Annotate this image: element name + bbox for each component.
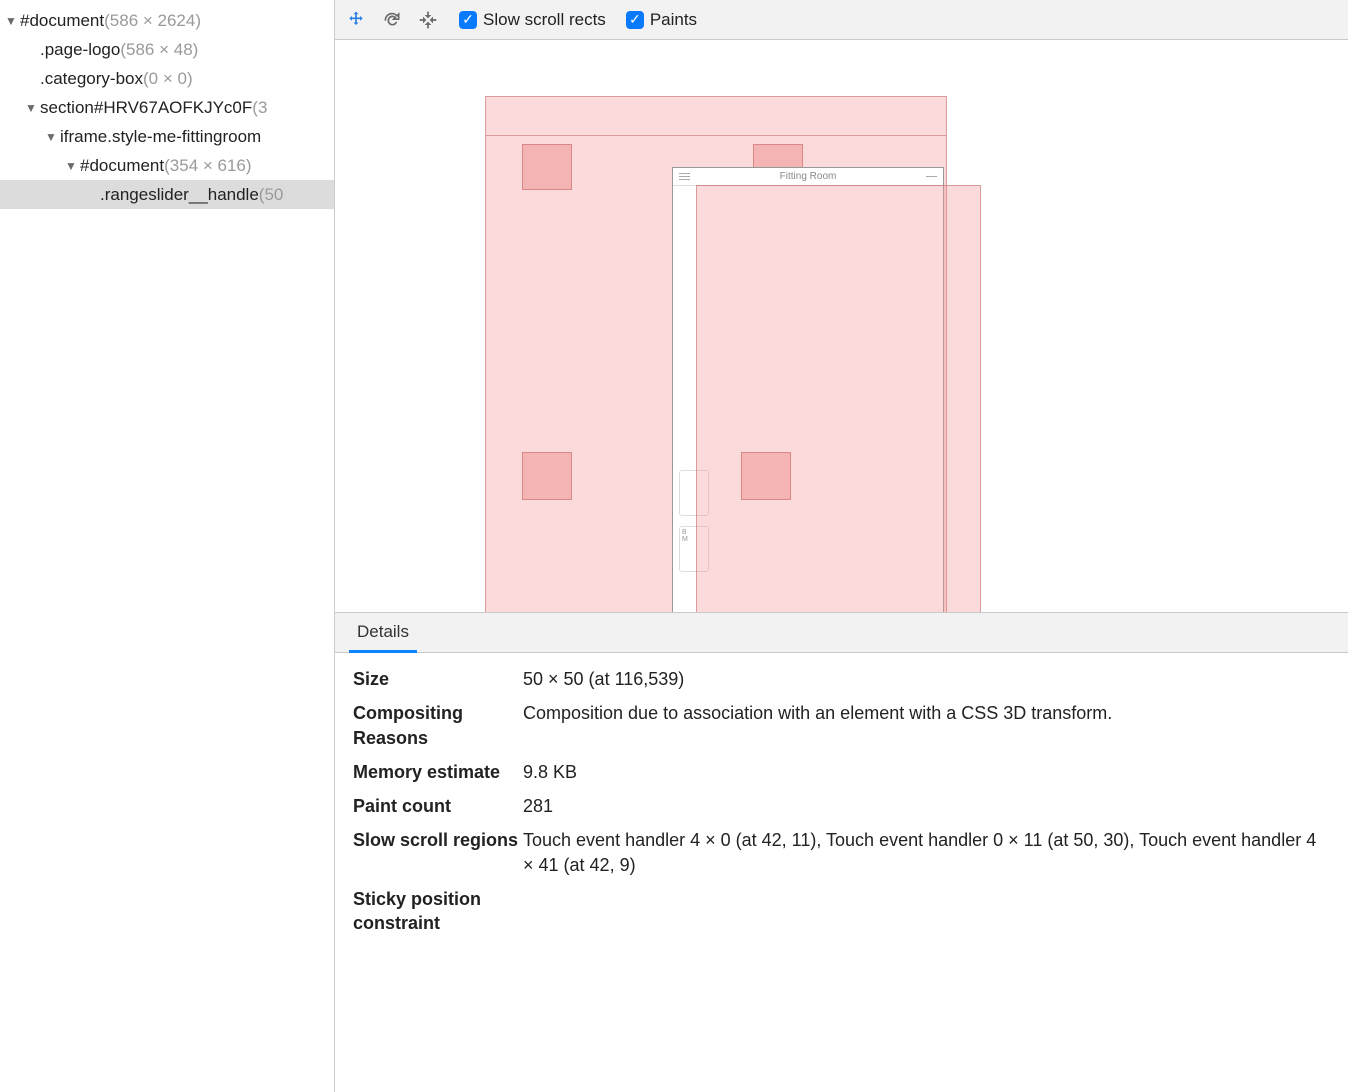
layer-viewer[interactable]: Fitting Room BM <box>335 40 1348 612</box>
paints-label: Paints <box>650 10 697 30</box>
details-value: 281 <box>523 794 1330 818</box>
tree-dimensions: (586 × 48) <box>120 40 198 60</box>
checkbox-checked-icon: ✓ <box>459 11 477 29</box>
details-label: Compositing Reasons <box>353 701 523 750</box>
tree-dimensions: (50 <box>259 185 284 205</box>
slow-scroll-checkbox[interactable]: ✓ Slow scroll rects <box>459 10 606 30</box>
slow-scroll-label: Slow scroll rects <box>483 10 606 30</box>
details-row: Compositing ReasonsComposition due to as… <box>353 701 1330 750</box>
details-value: Composition due to association with an e… <box>523 701 1330 725</box>
tree-row[interactable]: ▼section#HRV67AOFKJYc0F(3 <box>0 93 334 122</box>
tree-dimensions: (3 <box>252 98 267 118</box>
fitting-room-titlebar: Fitting Room <box>673 168 943 186</box>
tree-dimensions: (354 × 616) <box>164 156 251 176</box>
details-row: Size50 × 50 (at 116,539) <box>353 667 1330 691</box>
tree-row[interactable]: .rangeslider__handle(50 <box>0 180 334 209</box>
details-value: Touch event handler 4 × 0 (at 42, 11), T… <box>523 828 1330 877</box>
tree-dimensions: (586 × 2624) <box>104 11 201 31</box>
tree-label: #document <box>20 11 104 31</box>
tree-label: .rangeslider__handle <box>100 185 259 205</box>
rotate-icon[interactable] <box>381 9 403 31</box>
tab-details[interactable]: Details <box>349 614 417 653</box>
disclosure-arrow-icon[interactable]: ▼ <box>4 14 18 28</box>
details-row: Paint count281 <box>353 794 1330 818</box>
tree-row[interactable]: .category-box(0 × 0) <box>0 64 334 93</box>
details-value: 50 × 50 (at 116,539) <box>523 667 1330 691</box>
tree-label: .category-box <box>40 69 143 89</box>
details-body: Size50 × 50 (at 116,539)Compositing Reas… <box>335 653 1348 964</box>
tree-label: .page-logo <box>40 40 120 60</box>
reset-view-icon[interactable] <box>417 9 439 31</box>
tree-row[interactable]: ▼#document(354 × 616) <box>0 151 334 180</box>
disclosure-arrow-icon[interactable]: ▼ <box>24 101 38 115</box>
details-row: Memory estimate9.8 KB <box>353 760 1330 784</box>
viewer-toolbar: ✓ Slow scroll rects ✓ Paints <box>335 0 1348 40</box>
layer-rect-divider <box>486 135 946 136</box>
layer-rect-iframe-overlay[interactable] <box>696 185 981 612</box>
details-row: Sticky position constraint <box>353 887 1330 936</box>
tree-label: iframe.style-me-fittingroom <box>60 127 261 147</box>
disclosure-arrow-icon[interactable]: ▼ <box>64 159 78 173</box>
details-row: Slow scroll regionsTouch event handler 4… <box>353 828 1330 877</box>
layer-rect-small-3[interactable] <box>522 452 572 500</box>
layer-tree[interactable]: ▼#document(586 × 2624).page-logo(586 × 4… <box>0 0 335 1092</box>
tree-row[interactable]: .page-logo(586 × 48) <box>0 35 334 64</box>
details-label: Memory estimate <box>353 760 523 784</box>
checkbox-checked-icon: ✓ <box>626 11 644 29</box>
details-label: Slow scroll regions <box>353 828 523 852</box>
details-label: Sticky position constraint <box>353 887 523 936</box>
tree-dimensions: (0 × 0) <box>143 69 193 89</box>
tree-label: #document <box>80 156 164 176</box>
tree-row[interactable]: ▼iframe.style-me-fittingroom <box>0 122 334 151</box>
paints-checkbox[interactable]: ✓ Paints <box>626 10 697 30</box>
details-tabs: Details <box>335 613 1348 653</box>
app-root: ▼#document(586 × 2624).page-logo(586 × 4… <box>0 0 1348 1092</box>
details-value: 9.8 KB <box>523 760 1330 784</box>
details-label: Paint count <box>353 794 523 818</box>
disclosure-arrow-icon[interactable]: ▼ <box>44 130 58 144</box>
hamburger-icon[interactable] <box>679 173 690 180</box>
pan-icon[interactable] <box>345 9 367 31</box>
details-panel: Details Size50 × 50 (at 116,539)Composit… <box>335 612 1348 1092</box>
tree-label: section#HRV67AOFKJYc0F <box>40 98 252 118</box>
fitting-room-title: Fitting Room <box>780 171 837 182</box>
layer-rect-small-4[interactable] <box>741 452 791 500</box>
layer-rect-small-1[interactable] <box>522 144 572 190</box>
details-label: Size <box>353 667 523 691</box>
main-panel: ✓ Slow scroll rects ✓ Paints Fitting <box>335 0 1348 1092</box>
tree-row[interactable]: ▼#document(586 × 2624) <box>0 6 334 35</box>
minimize-icon[interactable] <box>926 176 937 177</box>
